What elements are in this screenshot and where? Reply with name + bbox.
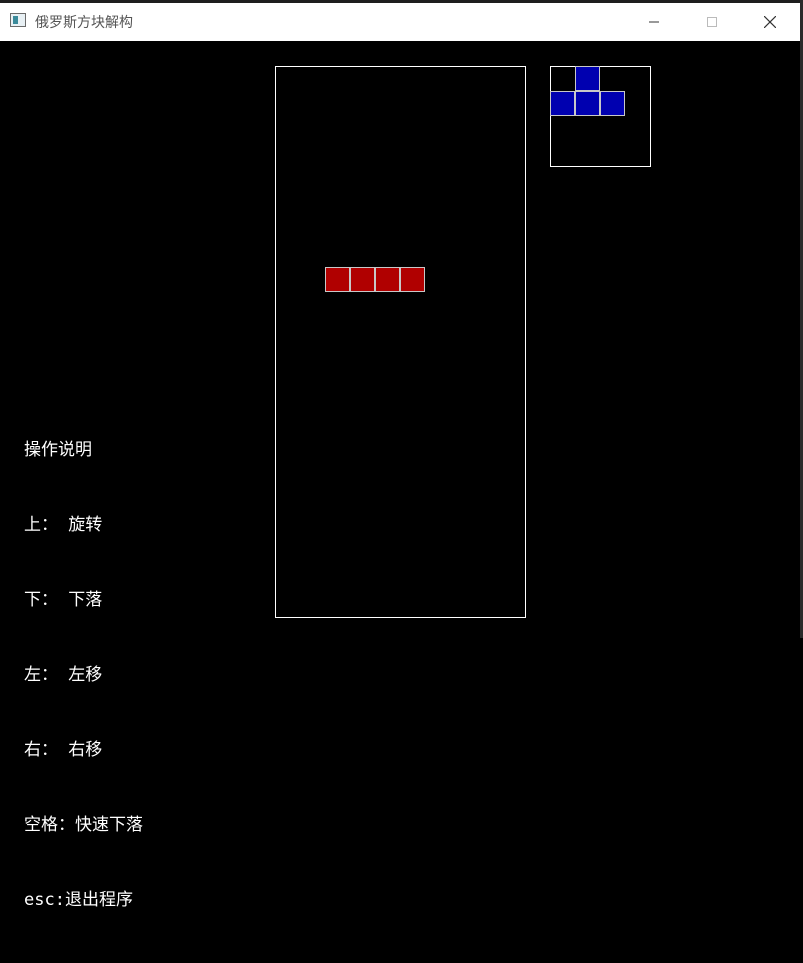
title-bar[interactable]: 俄罗斯方块解构: [0, 3, 800, 41]
falling-piece-block: [350, 267, 375, 292]
maximize-icon: [707, 17, 717, 27]
instructions-heading: 操作说明: [24, 440, 92, 460]
instruction-line-up: 上： 旋转: [24, 515, 103, 535]
falling-piece-block: [325, 267, 350, 292]
instruction-line-esc: esc:退出程序: [24, 890, 133, 910]
next-piece-block: [575, 91, 600, 116]
falling-piece-block: [375, 267, 400, 292]
close-icon: [764, 16, 776, 28]
window-title: 俄罗斯方块解构: [35, 15, 133, 31]
next-piece-block: [550, 91, 575, 116]
minimize-icon: [649, 17, 659, 27]
falling-piece-block: [400, 267, 425, 292]
app-window-icon: [10, 13, 26, 27]
instruction-line-down: 下： 下落: [24, 590, 103, 610]
instruction-line-left: 左： 左移: [24, 665, 103, 685]
game-window: 俄罗斯方块解构 操作说明 上： 旋转 下： 下落 左： 左移 右： 右移 空格：…: [0, 0, 803, 910]
close-button[interactable]: [741, 3, 799, 41]
next-piece-block: [600, 91, 625, 116]
game-board: [275, 66, 526, 618]
next-piece-block: [575, 66, 600, 91]
next-piece-preview: [550, 66, 651, 167]
minimize-button[interactable]: [625, 3, 683, 41]
instruction-line-right: 右： 右移: [24, 740, 103, 760]
maximize-button[interactable]: [683, 3, 741, 41]
controls-instructions: 操作说明 上： 旋转 下： 下落 左： 左移 右： 右移 空格：快速下落 esc…: [24, 388, 143, 963]
instruction-line-space: 空格：快速下落: [24, 815, 143, 835]
